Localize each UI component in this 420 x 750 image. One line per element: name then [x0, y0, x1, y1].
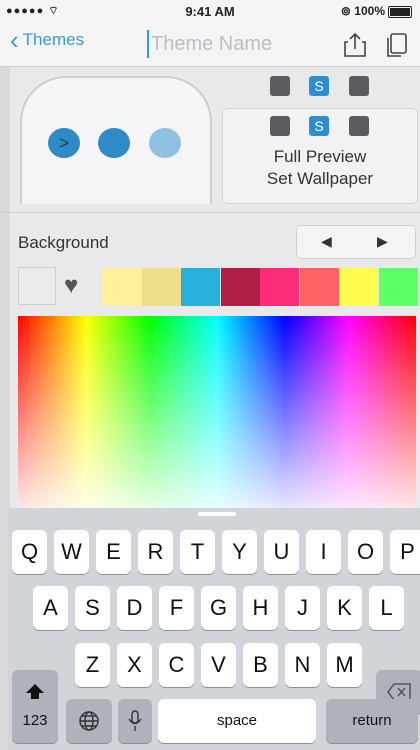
key-z[interactable]: Z — [75, 643, 110, 687]
bubble-dot-secondary[interactable] — [98, 128, 130, 158]
key-w[interactable]: W — [54, 530, 89, 574]
key-a[interactable]: A — [33, 586, 68, 630]
preview-button-text: Full Preview Set Wallpaper — [222, 146, 418, 190]
key-q[interactable]: Q — [12, 530, 47, 574]
current-color-well[interactable] — [18, 267, 56, 305]
key-j[interactable]: J — [285, 586, 320, 630]
key-u[interactable]: U — [264, 530, 299, 574]
next-arrow-icon[interactable]: ▶ — [377, 233, 388, 250]
full-preview-label: Full Preview — [273, 147, 367, 166]
heart-icon[interactable]: ♥ — [64, 272, 78, 300]
battery-indicator: ⊚ 100% — [341, 4, 412, 18]
back-button-label: Themes — [22, 30, 85, 49]
globe-key[interactable] — [66, 699, 112, 743]
return-key[interactable]: return — [326, 699, 418, 743]
color-picker-spectrum[interactable] — [18, 316, 416, 512]
key-h[interactable]: H — [243, 586, 278, 630]
key-i[interactable]: I — [306, 530, 341, 574]
key-y[interactable]: Y — [222, 530, 257, 574]
preview-style-option-3[interactable] — [349, 116, 369, 136]
numbers-key[interactable]: 123 — [12, 699, 58, 743]
theme-name-input[interactable] — [147, 30, 311, 58]
preview-style-option-2-selected[interactable]: S — [309, 116, 329, 136]
lock-rotation-icon: ⊚ — [340, 4, 351, 18]
key-s[interactable]: S — [75, 586, 110, 630]
duplicate-icon[interactable] — [384, 32, 410, 58]
color-swatch[interactable] — [220, 268, 260, 306]
color-swatch[interactable] — [299, 268, 339, 306]
key-t[interactable]: T — [180, 530, 215, 574]
section-divider — [0, 212, 420, 213]
key-m[interactable]: M — [327, 643, 362, 687]
battery-percent: 100% — [354, 4, 385, 18]
globe-icon — [79, 711, 99, 731]
key-b[interactable]: B — [243, 643, 278, 687]
color-swatch[interactable] — [378, 268, 418, 306]
keyboard-grabber[interactable] — [198, 512, 236, 516]
color-swatch[interactable] — [181, 268, 220, 306]
key-d[interactable]: D — [117, 586, 152, 630]
color-swatch[interactable] — [260, 268, 299, 306]
bubble-dot-primary[interactable]: > — [48, 128, 80, 158]
chevron-right-icon: > — [58, 133, 70, 153]
style-option-1[interactable] — [270, 76, 290, 96]
style-option-2-selected[interactable]: S — [309, 76, 329, 96]
key-r[interactable]: R — [138, 530, 173, 574]
mic-icon — [128, 710, 142, 731]
key-v[interactable]: V — [201, 643, 236, 687]
key-k[interactable]: K — [327, 586, 362, 630]
preview-style-option-1[interactable] — [270, 116, 290, 136]
key-e[interactable]: E — [96, 530, 131, 574]
key-l[interactable]: L — [369, 586, 404, 630]
key-f[interactable]: F — [159, 586, 194, 630]
battery-icon — [388, 5, 412, 18]
key-g[interactable]: G — [201, 586, 236, 630]
style-option-3[interactable] — [349, 76, 369, 96]
back-button[interactable]: ‹ Themes — [10, 25, 85, 55]
background-pager: ◀ ▶ — [296, 225, 416, 259]
key-p[interactable]: P — [390, 530, 420, 574]
bubble-dot-tertiary[interactable] — [149, 128, 181, 158]
color-swatch[interactable] — [102, 268, 141, 306]
set-wallpaper-label: Set Wallpaper — [266, 169, 374, 188]
share-icon[interactable] — [342, 32, 368, 58]
color-swatch[interactable] — [141, 268, 181, 306]
key-o[interactable]: O — [348, 530, 383, 574]
chevron-left-icon: ‹ — [10, 25, 19, 55]
status-bar: ●●●●● ⌔ 9:41 AM ⊚ 100% — [0, 0, 420, 22]
key-c[interactable]: C — [159, 643, 194, 687]
mic-key[interactable] — [118, 699, 152, 743]
prev-arrow-icon[interactable]: ◀ — [321, 233, 332, 250]
background-label: Background — [18, 233, 109, 252]
space-key[interactable]: space — [158, 699, 316, 743]
color-swatch[interactable] — [339, 268, 378, 306]
key-n[interactable]: N — [285, 643, 320, 687]
key-x[interactable]: X — [117, 643, 152, 687]
